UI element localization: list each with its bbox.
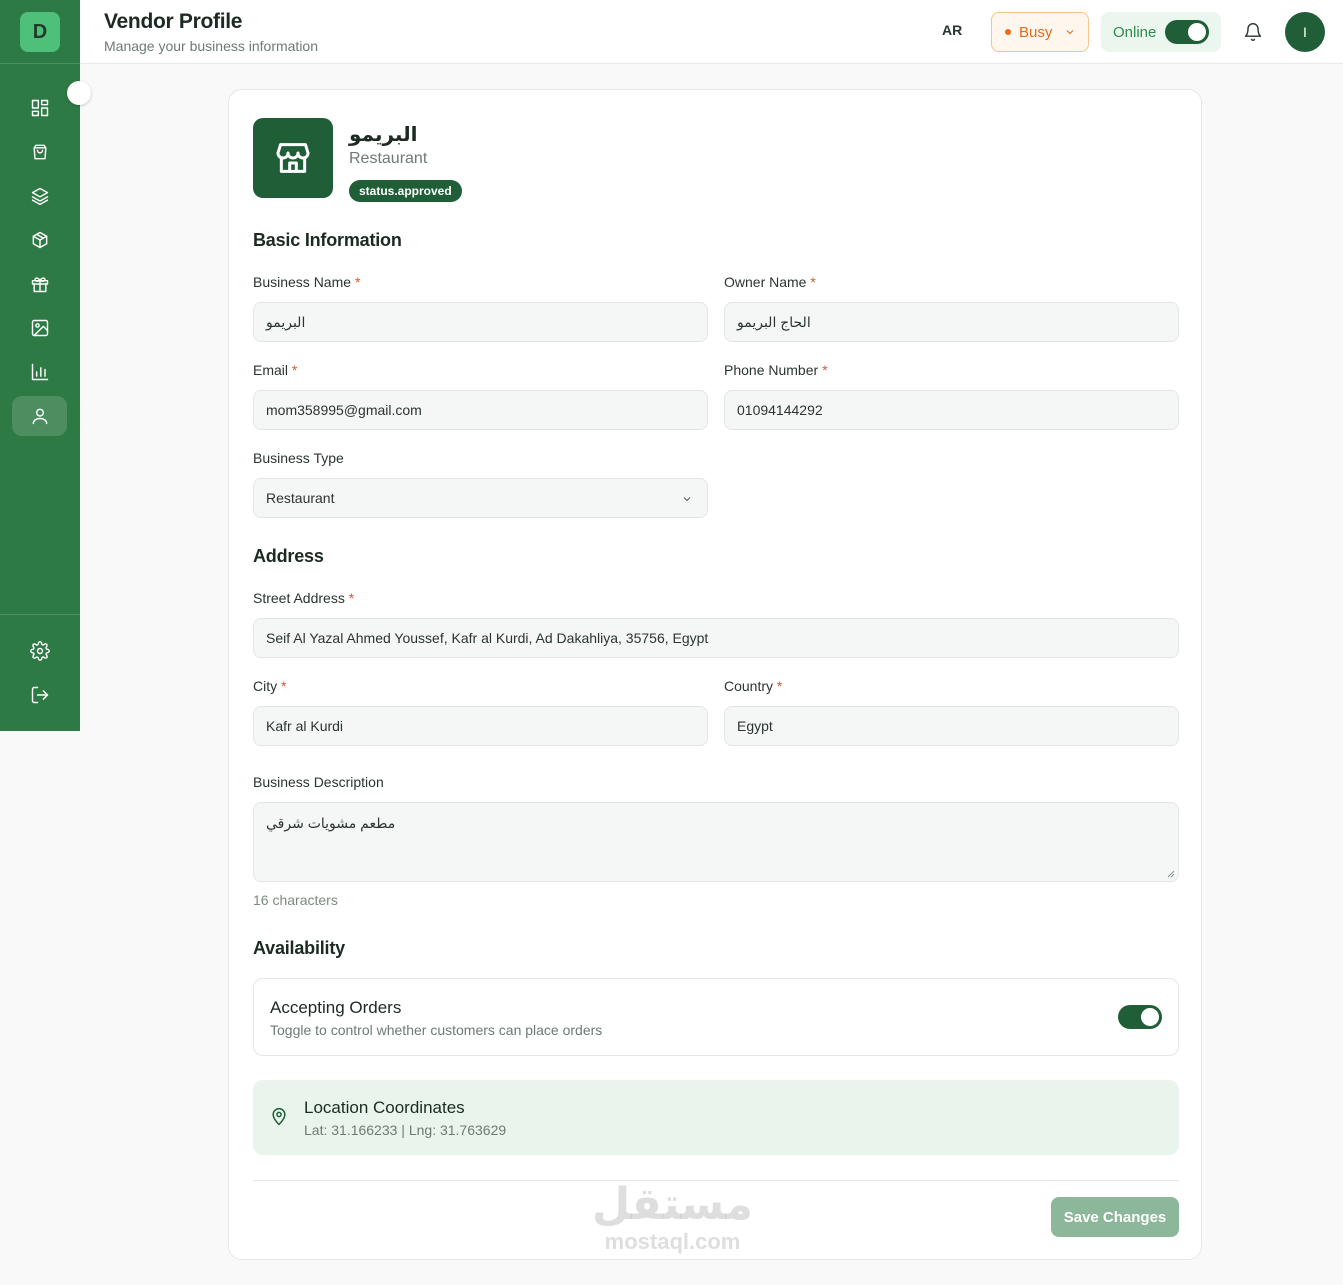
language-switch-button[interactable]: AR xyxy=(942,22,962,38)
map-pin-icon xyxy=(272,1107,286,1126)
dashboard-grid-icon xyxy=(31,99,48,117)
sidebar-collapse-handle[interactable] xyxy=(67,81,91,105)
user-icon xyxy=(32,408,47,425)
location-coordinates-value: Lat: 31.166233 | Lng: 31.763629 xyxy=(304,1122,507,1138)
status-badge: status.approved xyxy=(349,180,462,202)
sidebar-item-orders[interactable] xyxy=(12,132,67,172)
user-avatar[interactable]: I xyxy=(1285,12,1325,52)
accepting-orders-title: Accepting Orders xyxy=(270,998,402,1017)
business-name-input[interactable]: البريمو xyxy=(253,302,708,342)
character-count: 16 characters xyxy=(253,892,338,908)
business-description-textarea[interactable]: مطعم مشويات شرقي xyxy=(253,802,1179,882)
city-input[interactable]: Kafr al Kurdi xyxy=(253,706,708,746)
sidebar-item-analytics[interactable] xyxy=(12,352,67,392)
country-input[interactable]: Egypt xyxy=(724,706,1179,746)
settings-gear-icon xyxy=(29,641,50,661)
country-label: Country * xyxy=(724,678,783,694)
logout-icon xyxy=(31,686,48,704)
sidebar-item-products[interactable] xyxy=(12,220,67,260)
location-coordinates-title: Location Coordinates xyxy=(304,1098,465,1117)
phone-label: Phone Number * xyxy=(724,362,828,378)
business-type-select[interactable]: Restaurant xyxy=(253,478,708,518)
section-title-basic-info: Basic Information xyxy=(253,230,402,250)
busy-status-select[interactable]: Busy xyxy=(991,12,1089,52)
sidebar-item-offers[interactable] xyxy=(12,264,67,304)
vendor-name: البريمو xyxy=(349,124,418,146)
sidebar-item-profile[interactable] xyxy=(12,396,67,436)
email-field[interactable]: mom358995@gmail.com xyxy=(253,390,708,430)
layers-icon xyxy=(31,187,48,206)
status-dot xyxy=(1005,29,1011,35)
street-address-label: Street Address * xyxy=(253,590,355,606)
watermark-latin: mostaql.com xyxy=(604,1229,741,1254)
business-description-value: مطعم مشويات شرقي xyxy=(266,815,396,831)
section-title-address: Address xyxy=(253,546,324,566)
busy-status-label: Busy xyxy=(1019,23,1053,41)
page-title: Vendor Profile xyxy=(104,10,243,33)
accepting-orders-description: Toggle to control whether customers can … xyxy=(270,1022,603,1038)
business-name-label: Business Name * xyxy=(253,274,361,290)
chevron-down-icon xyxy=(683,497,691,502)
vendor-logo xyxy=(253,118,333,198)
sidebar-item-categories[interactable] xyxy=(12,176,67,216)
toggle-knob xyxy=(1188,23,1206,41)
phone-field[interactable]: 01094144292 xyxy=(724,390,1179,430)
owner-name-input[interactable]: الحاج البريمو xyxy=(724,302,1179,342)
page-subtitle: Manage your business information xyxy=(104,38,319,54)
vendor-type: Restaurant xyxy=(349,150,428,167)
business-type-value: Restaurant xyxy=(266,490,335,506)
resize-handle-icon[interactable] xyxy=(1167,870,1175,878)
sidebar-item-dashboard[interactable] xyxy=(12,88,67,128)
email-label: Email * xyxy=(253,362,298,378)
sidebar-item-logout[interactable] xyxy=(12,675,67,715)
bar-chart-icon xyxy=(31,363,48,381)
store-icon xyxy=(276,143,310,173)
save-changes-button[interactable]: Save Changes xyxy=(1051,1197,1179,1237)
watermark-arabic: مستقل xyxy=(592,1179,753,1230)
accepting-orders-panel: Accepting Orders Toggle to control wheth… xyxy=(253,978,1179,1056)
image-icon xyxy=(31,319,48,337)
sidebar-item-media[interactable] xyxy=(12,308,67,348)
package-box-icon xyxy=(32,231,47,249)
top-header: Vendor Profile Manage your business info… xyxy=(80,0,1343,64)
profile-card: البريمو Restaurant status.approved Basic… xyxy=(228,89,1202,1260)
toggle-knob xyxy=(1141,1008,1159,1026)
chevron-down-icon xyxy=(1067,30,1074,35)
owner-name-label: Owner Name * xyxy=(724,274,816,290)
section-title-availability: Availability xyxy=(253,938,345,958)
business-description-label: Business Description xyxy=(253,774,384,790)
location-coordinates-panel: Location Coordinates Lat: 31.166233 | Ln… xyxy=(253,1080,1179,1155)
online-status: Online xyxy=(1101,12,1221,52)
accepting-orders-toggle[interactable] xyxy=(1118,1005,1162,1029)
online-toggle[interactable] xyxy=(1165,20,1209,44)
street-address-input[interactable]: Seif Al Yazal Ahmed Youssef, Kafr al Kur… xyxy=(253,618,1179,658)
sidebar-divider xyxy=(0,63,80,64)
app-logo[interactable]: D xyxy=(20,12,60,52)
city-label: City * xyxy=(253,678,287,694)
business-type-label: Business Type xyxy=(253,450,344,466)
sidebar: D xyxy=(0,0,80,731)
shopping-bag-icon xyxy=(32,144,47,160)
watermark: مستقل mostaql.com xyxy=(590,1180,755,1254)
online-label: Online xyxy=(1113,23,1157,41)
sidebar-item-settings[interactable] xyxy=(12,631,67,671)
sidebar-divider xyxy=(0,614,80,615)
gift-icon xyxy=(31,277,48,293)
notification-bell-icon[interactable] xyxy=(1243,22,1263,42)
